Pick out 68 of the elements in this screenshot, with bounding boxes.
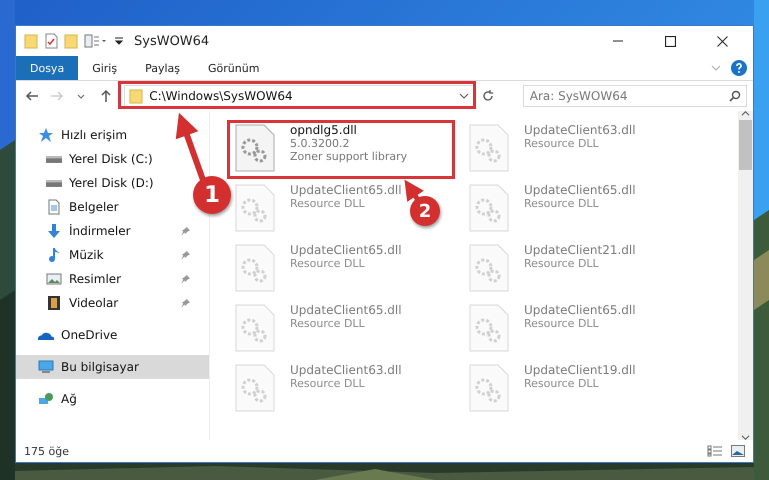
customize-toolbar-icon[interactable] <box>114 36 124 46</box>
pin-icon[interactable] <box>181 298 190 308</box>
ribbon-tab[interactable]: Dosya <box>16 56 78 80</box>
pin-icon[interactable] <box>181 250 190 260</box>
window-title: SysWOW64 <box>134 34 210 48</box>
document-icon <box>46 199 62 215</box>
folder-icon <box>129 88 144 104</box>
large-icons-view-icon[interactable] <box>731 445 745 457</box>
image-icon <box>46 271 62 287</box>
arrow-left-icon <box>25 90 40 102</box>
sidebar-item[interactable]: Bu bilgisayar <box>16 355 209 379</box>
item-count: 175 öğe <box>24 444 69 458</box>
sidebar-item[interactable]: OneDrive <box>16 323 192 347</box>
sidebar-item[interactable]: Ağ <box>16 387 192 411</box>
scrollbar[interactable] <box>738 111 753 440</box>
scroll-thumb[interactable] <box>739 120 752 170</box>
file-item[interactable]: UpdateClient21.dll Resource DLL <box>461 240 639 296</box>
drive-icon <box>46 156 62 162</box>
chevron-down-icon <box>77 94 86 98</box>
annotation-arrow <box>404 180 424 202</box>
file-item[interactable]: UpdateClient63.dll Resource DLL <box>227 360 405 416</box>
ribbon-tab[interactable]: Giriş <box>78 56 132 80</box>
network-icon <box>38 391 54 407</box>
sidebar-item[interactable]: Müzik <box>16 243 192 267</box>
address-path: C:\Windows\SysWOW64 <box>149 89 294 103</box>
star-icon <box>38 127 54 143</box>
minimize-icon <box>612 40 624 42</box>
arrow-right-icon <box>50 90 64 102</box>
sidebar-item[interactable]: Hızlı erişim <box>16 123 192 147</box>
details-view-icon[interactable] <box>707 445 723 457</box>
film-icon <box>46 295 62 311</box>
scroll-down-icon <box>741 435 750 440</box>
sidebar-item[interactable]: Belgeler <box>16 195 192 219</box>
folder-icon <box>24 34 38 48</box>
dropdown-icon[interactable] <box>459 93 470 99</box>
computer-icon <box>38 359 54 375</box>
help-icon[interactable] <box>731 60 747 76</box>
pin-icon[interactable] <box>181 226 190 236</box>
annotation-arrow <box>176 112 206 181</box>
search-field[interactable]: Ara: SysWOW64 <box>522 85 747 107</box>
sidebar-item[interactable]: İndirmeler <box>16 219 192 243</box>
sidebar-item[interactable]: Resimler <box>16 267 192 291</box>
file-item[interactable]: opndlg5.dll 5.0.3200.2 Zoner support library <box>227 120 455 179</box>
ribbon-tab[interactable]: Paylaş <box>131 56 194 80</box>
arrow-up-icon <box>100 89 112 103</box>
close-icon <box>716 36 728 46</box>
ribbon-tab[interactable]: Görünüm <box>194 56 274 80</box>
file-item[interactable]: UpdateClient63.dll Resource DLL <box>461 120 639 176</box>
sidebar-item[interactable]: Yerel Disk (C:) <box>16 147 192 171</box>
file-item[interactable]: UpdateClient65.dll Resource DLL <box>227 300 405 356</box>
view-options-icon[interactable] <box>84 34 108 48</box>
drive-icon <box>46 180 62 186</box>
properties-icon[interactable] <box>44 33 58 49</box>
file-item[interactable]: UpdateClient65.dll Resource DLL <box>461 300 639 356</box>
file-item[interactable]: UpdateClient65.dll Resource DLL <box>461 180 639 236</box>
sidebar-item[interactable]: Yerel Disk (D:) <box>16 171 192 195</box>
scroll-up-icon <box>741 111 750 116</box>
expand-ribbon-icon[interactable] <box>711 65 721 71</box>
file-item[interactable]: UpdateClient19.dll Resource DLL <box>461 360 639 416</box>
search-icon[interactable] <box>728 90 741 102</box>
cloud-icon <box>38 330 54 340</box>
download-icon <box>46 223 62 239</box>
file-item[interactable]: UpdateClient65.dll Resource DLL <box>227 240 405 296</box>
pin-icon[interactable] <box>181 274 190 284</box>
sidebar-item[interactable]: Videolar <box>16 291 192 315</box>
refresh-icon <box>482 90 494 102</box>
address-bar[interactable]: C:\Windows\SysWOW64 <box>124 85 474 107</box>
maximize-icon <box>664 36 676 46</box>
